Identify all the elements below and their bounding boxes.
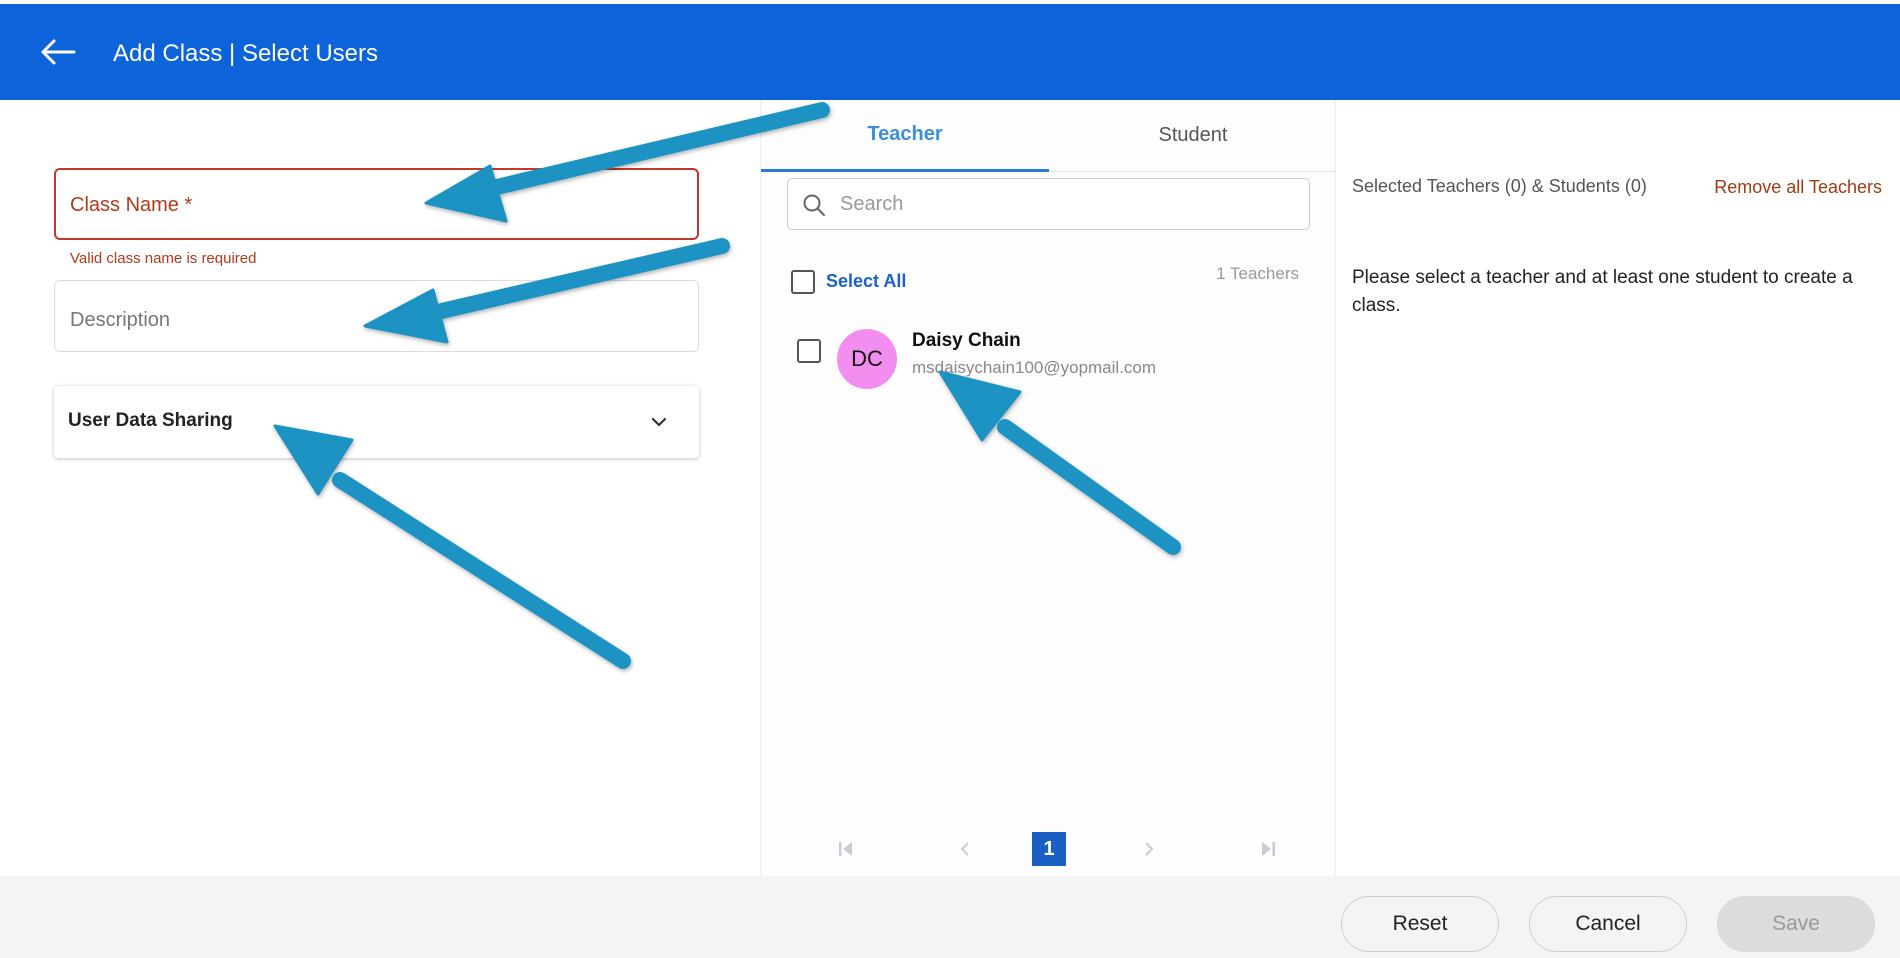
next-page-button[interactable]	[1132, 832, 1166, 866]
chevron-down-icon	[651, 417, 667, 427]
user-name: Daisy Chain	[912, 330, 1021, 351]
last-page-icon	[1262, 842, 1275, 856]
search-icon	[803, 194, 825, 216]
first-page-button[interactable]	[829, 832, 863, 866]
user-checkbox[interactable]	[797, 339, 821, 363]
chevron-left-icon	[960, 842, 969, 856]
page-number-current[interactable]: 1	[1032, 832, 1066, 866]
footer-bar: Reset Cancel Save	[0, 876, 1900, 958]
tab-student[interactable]: Student	[1049, 100, 1337, 172]
first-page-icon	[839, 842, 852, 856]
description-field[interactable]: Description	[54, 280, 699, 352]
selection-instruction: Please select a teacher and at least one…	[1352, 267, 1853, 316]
select-all-label[interactable]: Select All	[826, 271, 906, 292]
select-all-checkbox[interactable]	[791, 270, 815, 294]
class-name-error: Valid class name is required	[70, 250, 257, 267]
cancel-button[interactable]: Cancel	[1529, 896, 1687, 952]
arrow-left-icon	[41, 39, 76, 65]
avatar: DC	[837, 329, 897, 389]
class-name-field[interactable]: Class Name *	[54, 168, 699, 240]
class-name-placeholder: Class Name *	[70, 194, 193, 216]
user-data-sharing-accordion[interactable]: User Data Sharing	[54, 386, 699, 458]
user-data-sharing-label: User Data Sharing	[68, 410, 233, 431]
search-box	[787, 178, 1310, 230]
prev-page-button[interactable]	[948, 832, 982, 866]
search-input[interactable]	[840, 189, 1290, 219]
back-button[interactable]	[36, 34, 80, 70]
pagination: 1	[761, 832, 1337, 872]
teacher-count: 1 Teachers	[1216, 264, 1299, 283]
user-email: msdaisychain100@yopmail.com	[912, 358, 1157, 377]
user-selection-panel: Teacher Student Select All 1 Teachers DC…	[760, 100, 1337, 876]
tab-teacher[interactable]: Teacher	[761, 100, 1049, 172]
description-placeholder: Description	[70, 309, 171, 331]
app-header: Add Class | Select Users	[0, 4, 1900, 100]
last-page-button[interactable]	[1251, 832, 1285, 866]
class-form-panel: Class Name * Valid class name is require…	[0, 100, 760, 876]
selection-summary-panel: Selected Teachers (0) & Students (0) Rem…	[1336, 100, 1900, 876]
selection-summary: Selected Teachers (0) & Students (0)	[1352, 176, 1647, 196]
reset-button[interactable]: Reset	[1341, 896, 1499, 952]
save-button[interactable]: Save	[1717, 896, 1875, 952]
chevron-right-icon	[1145, 842, 1154, 856]
remove-all-teachers-link[interactable]: Remove all Teachers	[1714, 177, 1882, 198]
page-title: Add Class | Select Users	[113, 40, 378, 67]
